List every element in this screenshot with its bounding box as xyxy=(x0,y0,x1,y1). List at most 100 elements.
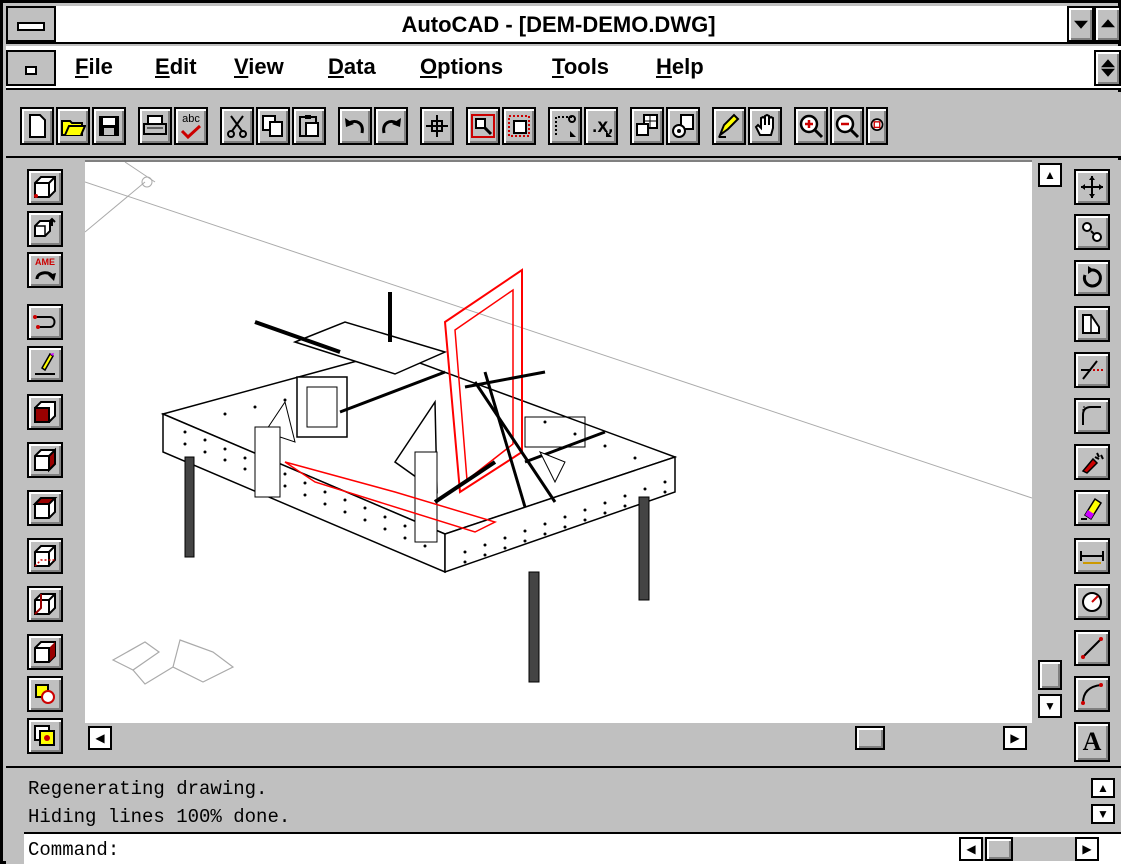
insert-block-icon[interactable] xyxy=(630,107,664,145)
paste-icon[interactable] xyxy=(292,107,326,145)
vertical-scroll-thumb[interactable] xyxy=(1038,660,1062,690)
print-icon[interactable] xyxy=(138,107,172,145)
window-title: AutoCAD - [DEM-DEMO.DWG] xyxy=(401,12,716,37)
menu-data[interactable]: Data xyxy=(328,54,376,80)
system-menu-button[interactable] xyxy=(6,6,56,42)
document-menu-icon xyxy=(25,66,37,75)
scroll-up-icon[interactable]: ▲ xyxy=(1038,163,1062,187)
external-reference-icon[interactable] xyxy=(666,107,700,145)
command-history-line: Regenerating drawing. xyxy=(28,778,268,800)
render-icon[interactable] xyxy=(27,718,63,754)
undo-icon[interactable] xyxy=(338,107,372,145)
dimension-angular-icon[interactable] xyxy=(1074,676,1110,712)
explode-icon[interactable] xyxy=(1074,444,1110,480)
right-toolbar: A xyxy=(1065,160,1121,766)
command-history: Regenerating drawing. Hiding lines 100% … xyxy=(24,770,1086,832)
view-front-icon[interactable] xyxy=(27,394,63,430)
autocad-window: AutoCAD - [DEM-DEMO.DWG] File Edit View … xyxy=(0,0,1121,864)
box-icon[interactable] xyxy=(27,169,63,205)
view-iso-ne-icon[interactable] xyxy=(27,634,63,670)
text-tool-label: A xyxy=(1082,727,1102,756)
history-scroll-up-icon[interactable]: ▲ xyxy=(1091,778,1115,798)
menu-edit[interactable]: Edit xyxy=(155,54,197,80)
horizontal-scrollbar[interactable]: ◀ ▶ xyxy=(85,723,1035,753)
vertical-scrollbar[interactable]: ▲ ▼ xyxy=(1035,160,1065,723)
zoom-in-icon[interactable] xyxy=(794,107,828,145)
menu-help[interactable]: Help xyxy=(656,54,704,80)
menu-view[interactable]: View xyxy=(234,54,284,80)
command-scroll-left-icon[interactable]: ◀ xyxy=(959,837,983,861)
view-top-icon[interactable] xyxy=(27,490,63,526)
command-scroll-thumb[interactable] xyxy=(985,837,1013,861)
dimension-aligned-icon[interactable] xyxy=(1074,630,1110,666)
minimize-button[interactable] xyxy=(1067,6,1094,42)
scroll-down-icon[interactable]: ▼ xyxy=(1038,694,1062,718)
title-bar: AutoCAD - [DEM-DEMO.DWG] xyxy=(6,6,1121,44)
erase-icon[interactable] xyxy=(1074,490,1110,526)
hide-icon[interactable] xyxy=(27,676,63,712)
maximize-icon xyxy=(1100,19,1115,28)
draw-icon[interactable] xyxy=(27,346,63,382)
mirror-icon[interactable] xyxy=(1074,306,1110,342)
save-icon[interactable] xyxy=(92,107,126,145)
history-scroll-down-icon[interactable]: ▼ xyxy=(1091,804,1115,824)
open-icon[interactable] xyxy=(56,107,90,145)
dimension-radius-icon[interactable] xyxy=(1074,584,1110,620)
drawing-canvas[interactable] xyxy=(84,160,1033,723)
pan-hand-icon[interactable] xyxy=(748,107,782,145)
svg-text:.X,: .X, xyxy=(592,120,613,136)
spell-check-icon[interactable]: abc xyxy=(174,107,208,145)
zoom-all-icon[interactable] xyxy=(866,107,888,145)
zoom-window-icon[interactable] xyxy=(466,107,500,145)
fillet-icon[interactable] xyxy=(1074,398,1110,434)
move-icon[interactable] xyxy=(1074,169,1110,205)
polyline-icon[interactable] xyxy=(27,304,63,340)
maximize-button[interactable] xyxy=(1094,6,1121,42)
command-window: Regenerating drawing. Hiding lines 100% … xyxy=(6,766,1121,864)
restore-document-button[interactable] xyxy=(1094,50,1121,86)
new-icon[interactable] xyxy=(20,107,54,145)
point-icon[interactable] xyxy=(548,107,582,145)
command-history-line: Hiding lines 100% done. xyxy=(28,806,291,828)
ame-label: AME xyxy=(35,257,55,267)
menu-file[interactable]: File xyxy=(75,54,113,80)
left-toolbar: AME xyxy=(6,160,82,766)
zoom-out-icon[interactable] xyxy=(830,107,864,145)
system-menu-icon xyxy=(17,22,45,31)
trim-icon[interactable] xyxy=(1074,352,1110,388)
horizontal-scroll-thumb[interactable] xyxy=(855,726,885,750)
view-right-icon[interactable] xyxy=(27,442,63,478)
menu-bar: File Edit View Data Options Tools Help xyxy=(6,46,1121,90)
pencil-icon[interactable] xyxy=(712,107,746,145)
view-iso-se-icon[interactable] xyxy=(27,586,63,622)
drawing-model xyxy=(84,161,1033,685)
command-line-scrollbar[interactable]: ◀ ▶ xyxy=(959,837,1099,861)
view-iso-sw-icon[interactable] xyxy=(27,538,63,574)
command-history-scrollbar[interactable]: ▲ ▼ xyxy=(1089,776,1117,828)
rotate-icon[interactable] xyxy=(1074,260,1110,296)
standard-toolbar: abc .X, xyxy=(6,92,1121,158)
ame-icon[interactable]: AME xyxy=(27,252,63,288)
copy-icon[interactable] xyxy=(256,107,290,145)
redo-icon[interactable] xyxy=(374,107,408,145)
copy-object-icon[interactable] xyxy=(1074,214,1110,250)
dimension-linear-icon[interactable] xyxy=(1074,538,1110,574)
menu-tools[interactable]: Tools xyxy=(552,54,609,80)
command-scroll-right-icon[interactable]: ▶ xyxy=(1075,837,1099,861)
scroll-right-icon[interactable]: ▶ xyxy=(1003,726,1027,750)
text-icon[interactable]: A xyxy=(1074,722,1110,762)
restore-down-icon xyxy=(1100,68,1115,77)
ucs-icon[interactable]: .X, xyxy=(584,107,618,145)
command-prompt: Command: xyxy=(28,839,120,861)
spell-check-label: abc xyxy=(182,112,200,125)
named-views-icon[interactable] xyxy=(502,107,536,145)
snap-icon[interactable] xyxy=(420,107,454,145)
minimize-icon xyxy=(1073,20,1088,29)
menu-options[interactable]: Options xyxy=(420,54,503,80)
command-line[interactable]: Command: ◀ ▶ xyxy=(24,832,1121,864)
solid-edit-icon[interactable] xyxy=(27,211,63,247)
restore-up-icon xyxy=(1100,59,1115,68)
cut-icon[interactable] xyxy=(220,107,254,145)
scroll-left-icon[interactable]: ◀ xyxy=(88,726,112,750)
document-menu-button[interactable] xyxy=(6,50,56,86)
